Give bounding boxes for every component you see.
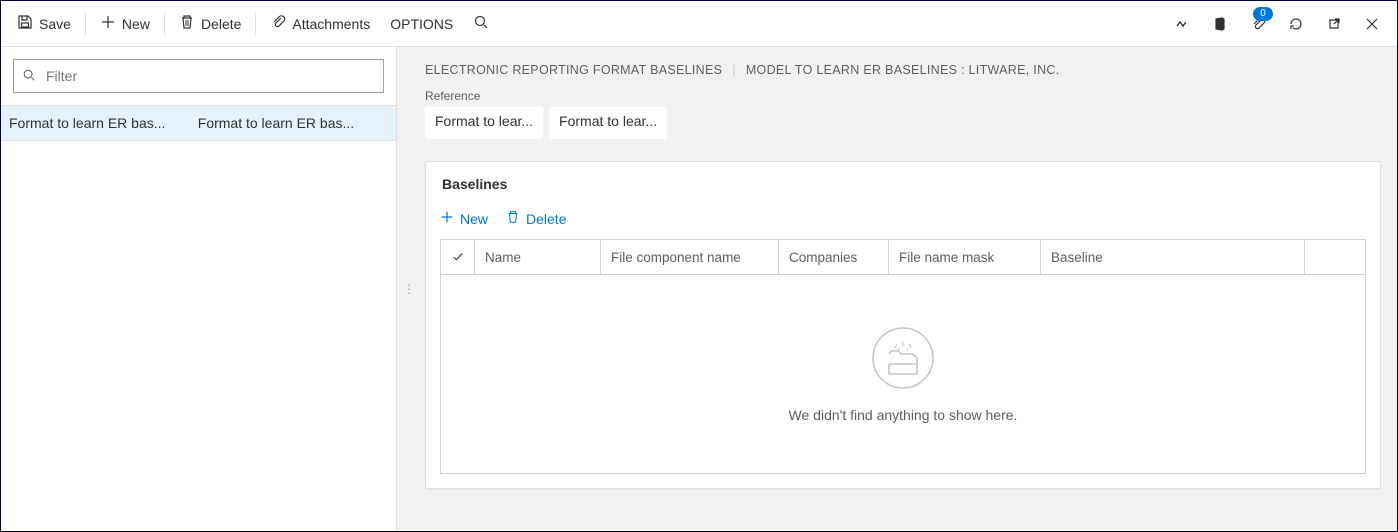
options-button[interactable]: OPTIONS bbox=[380, 1, 463, 46]
search-icon bbox=[473, 14, 489, 33]
list-item-col1: Format to learn ER bas... bbox=[9, 115, 198, 131]
attachments-button[interactable]: Attachments bbox=[260, 1, 380, 46]
empty-text: We didn't find anything to show here. bbox=[789, 407, 1018, 423]
grid-header: Name File component name Companies File … bbox=[441, 240, 1365, 275]
list-item[interactable]: Format to learn ER bas... Format to lear… bbox=[1, 105, 396, 141]
save-icon bbox=[17, 14, 33, 33]
save-button[interactable]: Save bbox=[7, 1, 81, 46]
breadcrumb-seg2[interactable]: MODEL TO LEARN ER BASELINES : LITWARE, I… bbox=[746, 63, 1060, 77]
separator bbox=[164, 13, 165, 35]
connector-icon[interactable] bbox=[1163, 1, 1201, 46]
column-file-mask[interactable]: File name mask bbox=[889, 240, 1041, 274]
reference-value-1[interactable]: Format to lear... bbox=[425, 107, 543, 139]
baselines-grid: Name File component name Companies File … bbox=[440, 239, 1366, 474]
panel-delete-button[interactable]: Delete bbox=[506, 210, 566, 227]
save-label: Save bbox=[39, 16, 71, 32]
panel-new-label: New bbox=[460, 211, 488, 227]
list-pane: Format to learn ER bas... Format to lear… bbox=[1, 47, 397, 531]
options-label: OPTIONS bbox=[390, 16, 453, 32]
office-icon[interactable] bbox=[1201, 1, 1239, 46]
plus-icon bbox=[440, 210, 454, 227]
detail-pane: ⋮ ELECTRONIC REPORTING FORMAT BASELINES … bbox=[397, 47, 1397, 531]
baselines-panel: Baselines New Delete bbox=[425, 161, 1381, 489]
column-companies[interactable]: Companies bbox=[779, 240, 889, 274]
delete-button[interactable]: Delete bbox=[169, 1, 251, 46]
list-item-col2: Format to learn ER bas... bbox=[198, 115, 388, 131]
new-label: New bbox=[122, 16, 150, 32]
action-toolbar: Save New Delete Attachments OPTIONS bbox=[1, 1, 1397, 47]
close-button[interactable] bbox=[1353, 1, 1391, 46]
new-button[interactable]: New bbox=[90, 1, 160, 46]
popout-button[interactable] bbox=[1315, 1, 1353, 46]
breadcrumb: ELECTRONIC REPORTING FORMAT BASELINES | … bbox=[425, 63, 1381, 77]
empty-folder-icon bbox=[871, 326, 935, 393]
panel-title: Baselines bbox=[426, 162, 1380, 202]
search-icon bbox=[22, 68, 36, 85]
column-file-component[interactable]: File component name bbox=[601, 240, 779, 274]
paperclip-icon bbox=[270, 14, 286, 33]
refresh-button[interactable] bbox=[1277, 1, 1315, 46]
separator bbox=[85, 13, 86, 35]
column-baseline[interactable]: Baseline bbox=[1041, 240, 1305, 274]
reference-label: Reference bbox=[425, 89, 1381, 103]
column-select[interactable] bbox=[441, 240, 475, 274]
trash-icon bbox=[179, 14, 195, 33]
reference-value-2[interactable]: Format to lear... bbox=[549, 107, 667, 139]
plus-icon bbox=[100, 14, 116, 33]
splitter-handle[interactable]: ⋮ bbox=[403, 287, 415, 291]
attachment-badge: 0 bbox=[1253, 7, 1273, 21]
grid-empty-state: We didn't find anything to show here. bbox=[441, 275, 1365, 473]
trash-icon bbox=[506, 210, 520, 227]
breadcrumb-separator: | bbox=[732, 63, 736, 77]
panel-new-button[interactable]: New bbox=[440, 210, 488, 227]
panel-delete-label: Delete bbox=[526, 211, 566, 227]
filter-box[interactable] bbox=[13, 59, 384, 93]
attachments-label: Attachments bbox=[292, 16, 370, 32]
filter-input[interactable] bbox=[44, 67, 375, 85]
attachments-indicator[interactable]: 0 bbox=[1239, 1, 1277, 46]
search-button[interactable] bbox=[463, 1, 499, 46]
column-spacer bbox=[1305, 240, 1365, 274]
separator bbox=[255, 13, 256, 35]
column-name[interactable]: Name bbox=[475, 240, 601, 274]
breadcrumb-seg1[interactable]: ELECTRONIC REPORTING FORMAT BASELINES bbox=[425, 63, 722, 77]
delete-label: Delete bbox=[201, 16, 241, 32]
